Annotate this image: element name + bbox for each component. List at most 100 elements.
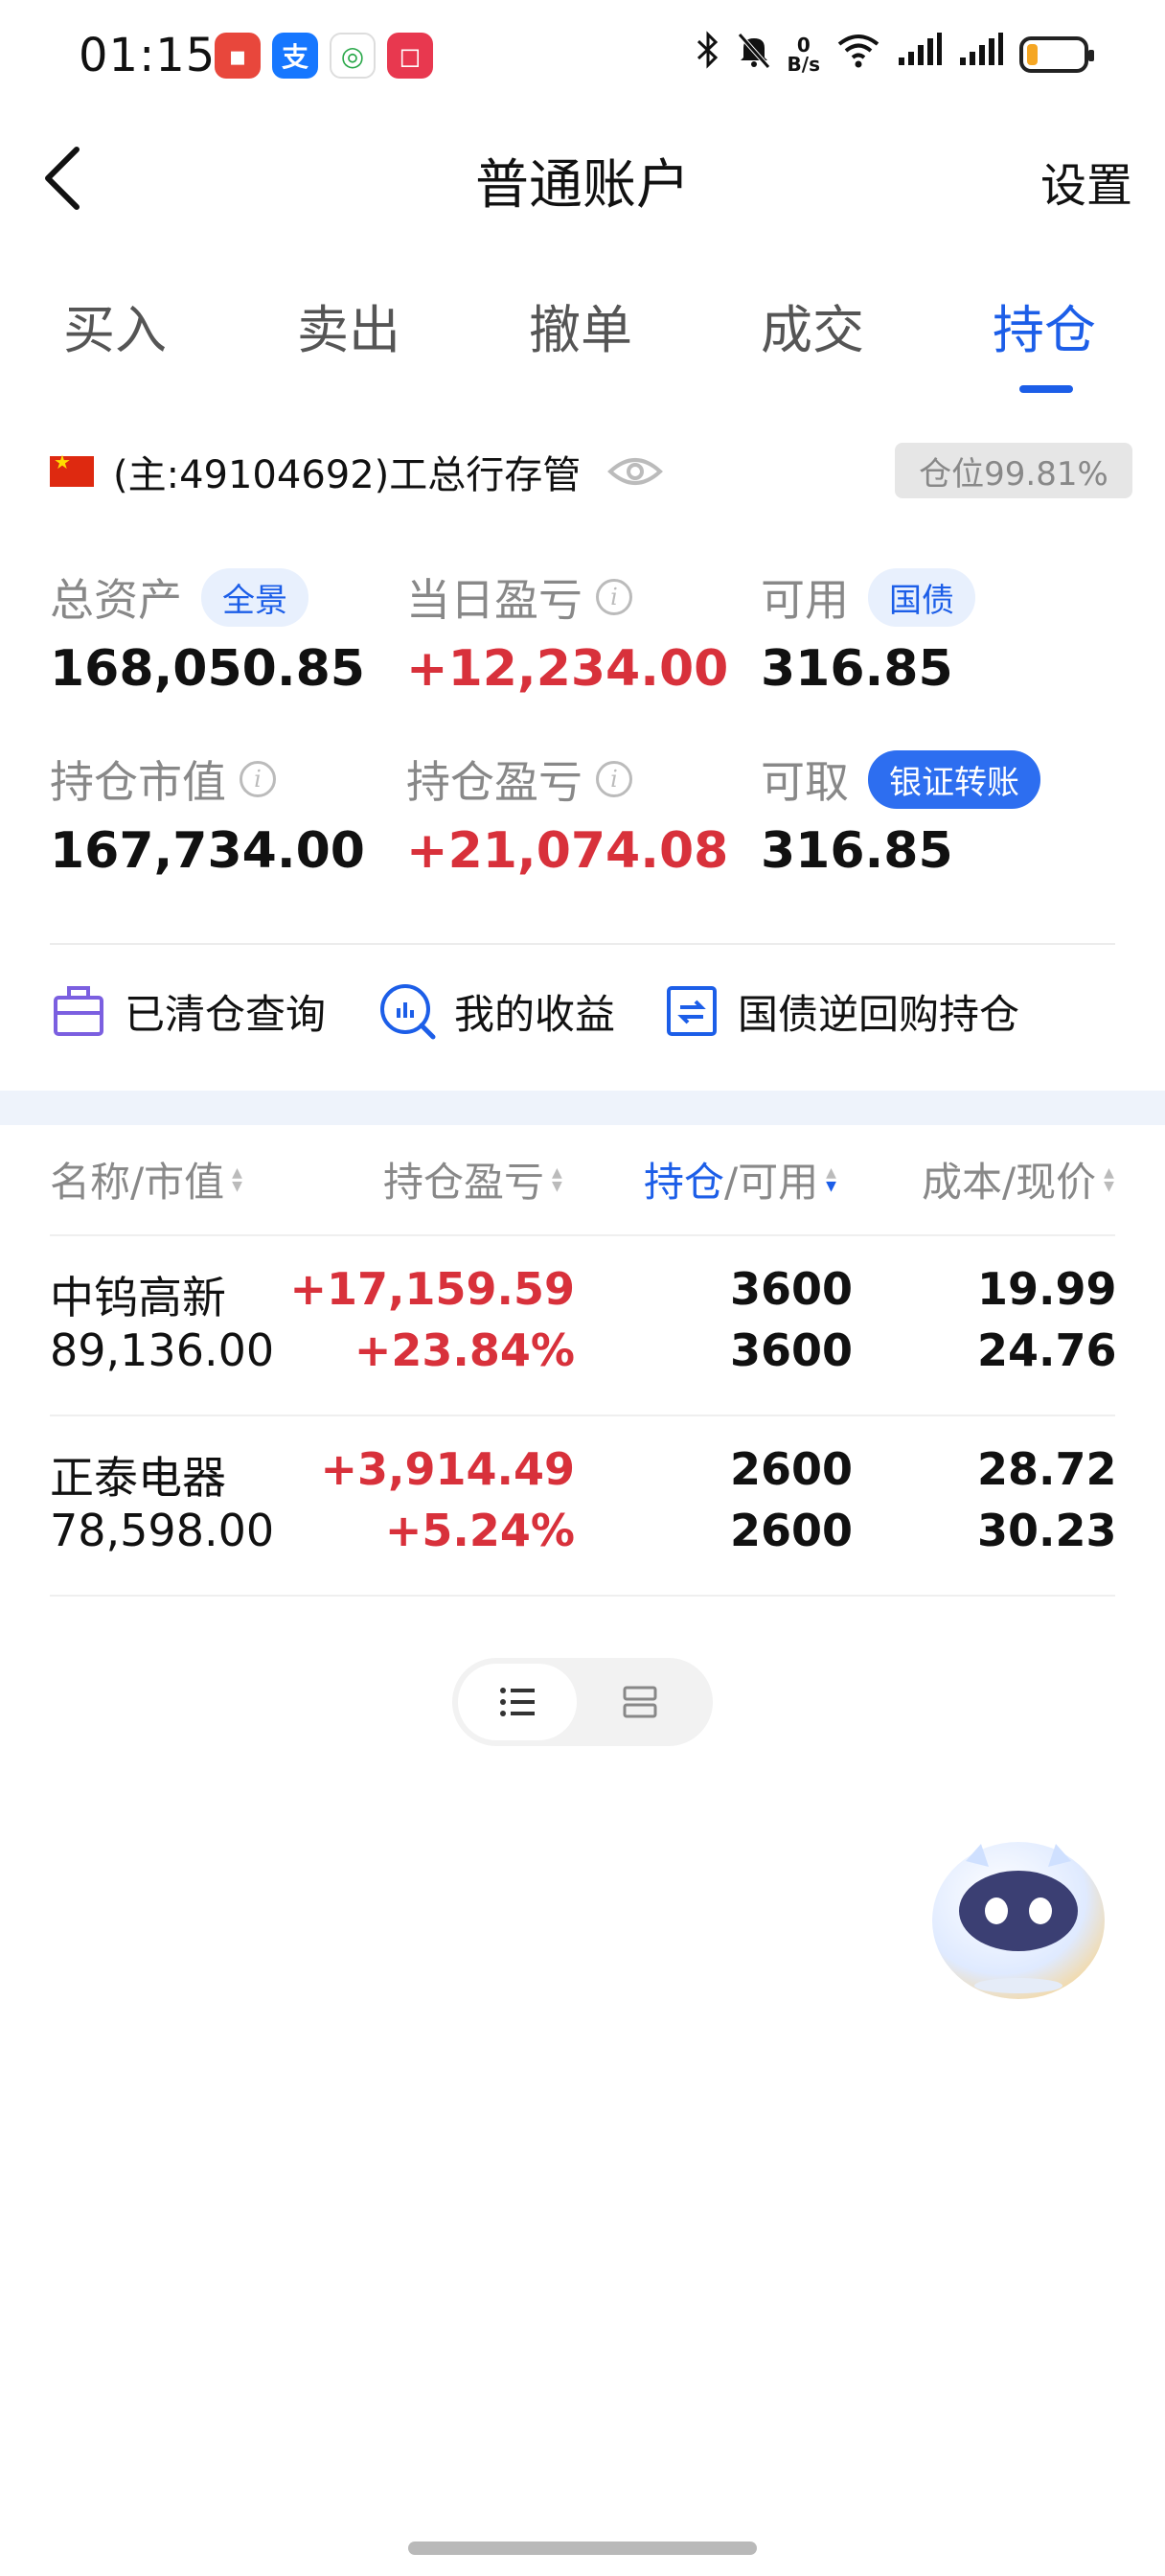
metric-label: 可用 — [761, 574, 849, 626]
metric-value: 167,734.00 — [50, 822, 365, 880]
col-header-pnl[interactable]: 持仓盈亏 ▲ ▼ — [383, 1150, 562, 1208]
repo-icon — [667, 986, 717, 1036]
section-separator — [0, 1091, 1165, 1125]
tab-deals[interactable]: 成交 — [761, 288, 864, 363]
metric-withdrawable: 可取 银证转账 316.85 — [761, 748, 1040, 880]
metric-market-value: 持仓市值 i 167,734.00 — [50, 748, 365, 880]
treasury-chip[interactable]: 国债 — [868, 567, 975, 627]
overview-chip[interactable]: 全景 — [201, 567, 308, 627]
stock-price: 24.760 — [977, 1324, 1115, 1376]
notification-icons: ▪ 支 ◎ ◻ — [215, 33, 433, 79]
metric-label: 持仓盈亏 — [406, 756, 582, 808]
briefcase-icon — [54, 986, 103, 1036]
sort-desc-icon: ▲ ▼ — [826, 1164, 836, 1194]
stock-pnl: +17,159.59 — [289, 1263, 575, 1315]
alipay-icon: 支 — [272, 33, 318, 79]
carrier-icon: ◎ — [330, 33, 376, 79]
list-icon — [500, 1688, 535, 1716]
ai-assistant-robot-icon[interactable] — [927, 1825, 1109, 2007]
metric-label: 当日盈亏 — [406, 574, 582, 626]
metric-label: 总资产 — [50, 574, 182, 626]
row-divider — [50, 1595, 1115, 1597]
app-gallery-icon: ◻ — [387, 33, 433, 79]
col-header-name[interactable]: 名称/市值 ▲ ▼ — [50, 1150, 242, 1208]
net-speed-unit: B/s — [787, 52, 820, 76]
stock-name: 正泰电器 — [50, 1452, 226, 1504]
card-view-button[interactable] — [581, 1664, 699, 1740]
battery-icon — [1019, 35, 1094, 73]
col-header-label: /可用 — [724, 1159, 819, 1206]
metric-value: 316.85 — [761, 822, 953, 880]
sort-icon: ▲ ▼ — [552, 1164, 562, 1194]
row-divider — [50, 1234, 1115, 1236]
battery-fill — [1027, 43, 1038, 65]
divider — [50, 943, 1115, 945]
stock-available: 3600 — [729, 1324, 853, 1376]
bluetooth-icon — [696, 31, 720, 78]
chart-icon — [380, 984, 436, 1040]
stock-name: 中钨高新 — [50, 1272, 226, 1323]
net-speed-value: 0 — [796, 33, 811, 57]
metric-daily-pnl: 当日盈亏 i +12,234.00 — [406, 565, 728, 698]
sort-icon: ▲ ▼ — [1104, 1164, 1114, 1194]
account-selector[interactable]: (主:49104692)工总行存管 — [50, 443, 664, 500]
wifi-icon — [835, 31, 881, 78]
settings-button[interactable]: 设置 — [1040, 148, 1132, 215]
signal-icon — [897, 33, 943, 76]
stock-available: 2600 — [729, 1505, 853, 1556]
col-header-label: 成本/现价 — [922, 1159, 1097, 1206]
info-icon[interactable]: i — [596, 579, 632, 615]
metric-value: +21,074.08 — [406, 822, 729, 880]
system-icons: 0 B/s — [696, 31, 1094, 78]
col-header-label-active: 持仓 — [644, 1159, 725, 1206]
app-notification-icon: ▪ — [215, 33, 261, 79]
nav-header: 普通账户 设置 — [0, 125, 1165, 230]
signal-icon — [958, 33, 1004, 76]
cleared-positions-link[interactable]: 已清仓查询 — [50, 978, 326, 1045]
metric-position-pnl: 持仓盈亏 i +21,074.08 — [406, 748, 728, 880]
account-label: (主:49104692)工总行存管 — [113, 453, 582, 497]
tab-cancel[interactable]: 撤单 — [529, 288, 632, 363]
page-title: 普通账户 — [475, 154, 690, 217]
position-ratio-badge: 仓位99.81% — [895, 443, 1132, 498]
metric-label: 持仓市值 — [50, 756, 226, 808]
row-divider — [50, 1414, 1115, 1416]
mute-icon — [736, 31, 772, 78]
view-mode-toggle — [452, 1658, 713, 1746]
stock-market-value: 89,136.00 — [50, 1324, 275, 1376]
stock-pnl-percent: +23.84% — [354, 1324, 575, 1376]
info-icon[interactable]: i — [596, 761, 632, 797]
trade-tabs: 买入 卖出 撤单 成交 持仓 — [0, 288, 1165, 402]
metric-value: 168,050.85 — [50, 640, 365, 698]
col-header-label: 名称/市值 — [50, 1159, 225, 1206]
col-header-qty[interactable]: 持仓/可用 ▲ ▼ — [644, 1150, 836, 1208]
bank-transfer-button[interactable]: 银证转账 — [868, 749, 1040, 809]
stock-cost: 28.724 — [977, 1443, 1115, 1495]
card-icon — [623, 1686, 657, 1718]
quick-link-label: 已清仓查询 — [125, 990, 327, 1038]
eye-icon[interactable] — [607, 452, 664, 491]
stock-market-value: 78,598.00 — [50, 1505, 275, 1556]
stock-quantity: 2600 — [729, 1443, 853, 1495]
tab-sell[interactable]: 卖出 — [297, 288, 400, 363]
stock-pnl: +3,914.49 — [320, 1443, 575, 1495]
info-icon[interactable]: i — [240, 761, 276, 797]
metric-value: 316.85 — [761, 640, 953, 698]
home-indicator[interactable] — [408, 2542, 757, 2555]
my-earnings-link[interactable]: 我的收益 — [377, 978, 615, 1045]
list-view-button[interactable] — [458, 1664, 577, 1740]
stock-quantity: 3600 — [729, 1263, 853, 1315]
clock: 01:15 — [79, 29, 217, 82]
active-tab-indicator — [1019, 385, 1073, 393]
sort-icon: ▲ ▼ — [232, 1164, 242, 1194]
col-header-cost[interactable]: 成本/现价 ▲ ▼ — [922, 1150, 1115, 1208]
quick-link-label: 国债逆回购持仓 — [738, 990, 1020, 1038]
stock-price: 30.230 — [977, 1505, 1115, 1556]
tab-positions[interactable]: 持仓 — [993, 288, 1096, 363]
metric-total-assets: 总资产 全景 168,050.85 — [50, 565, 365, 698]
col-header-label: 持仓盈亏 — [383, 1159, 545, 1206]
tab-buy[interactable]: 买入 — [63, 288, 167, 363]
status-bar: 01:15 ▪ 支 ◎ ◻ 0 B/s — [0, 0, 1165, 115]
stock-pnl-percent: +5.24% — [384, 1505, 575, 1556]
repo-positions-link[interactable]: 国债逆回购持仓 — [663, 978, 1019, 1045]
